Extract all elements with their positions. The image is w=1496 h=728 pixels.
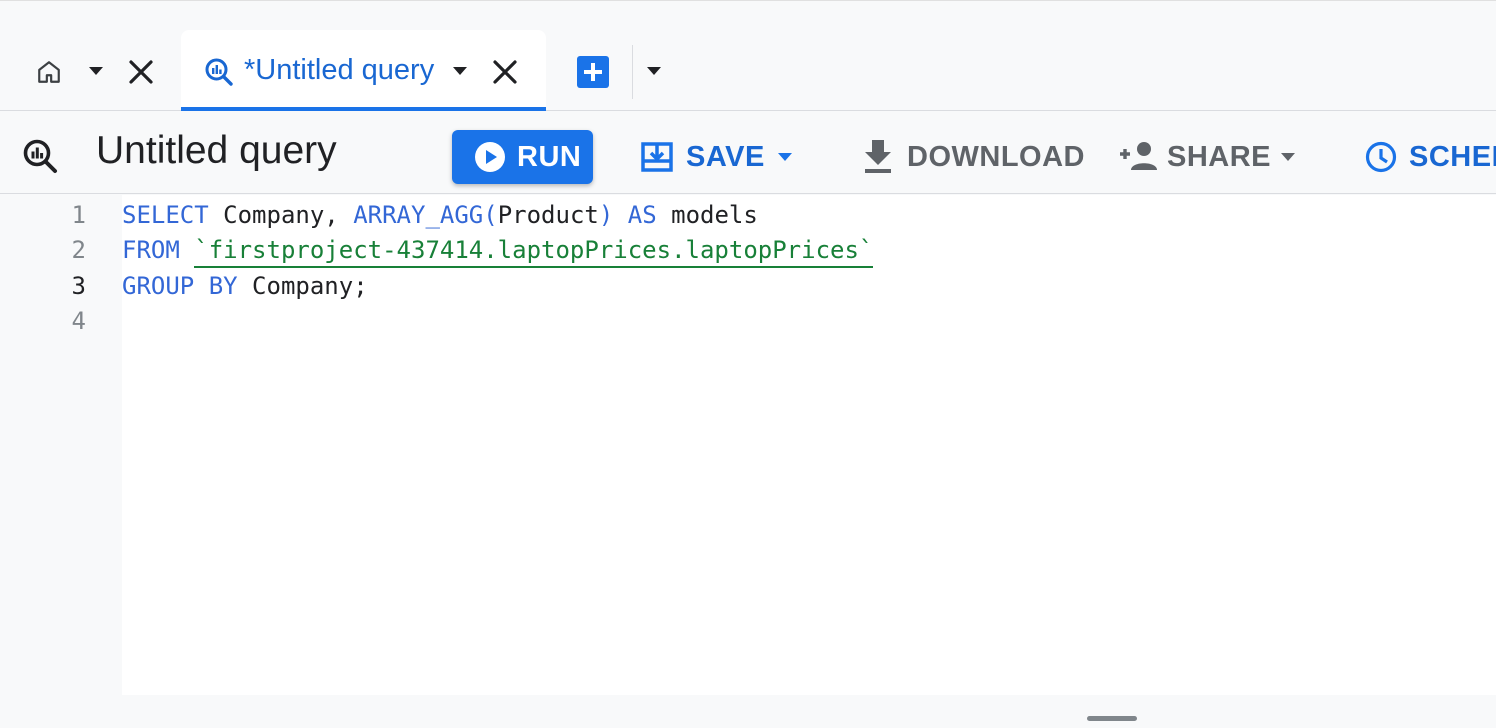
download-label: DOWNLOAD [907,141,1085,173]
home-icon[interactable] [36,59,62,85]
line-number: 4 [71,307,86,335]
tab-bar: *Untitled query [0,0,1496,111]
share-button[interactable]: SHARE [1118,130,1303,184]
table-reference: `firstproject-437414.laptopPrices.laptop… [194,236,874,268]
home-tab-dropdown-icon[interactable] [87,65,105,77]
share-label: SHARE [1167,141,1272,173]
line-number-gutter: 1 2 3 4 [0,195,122,695]
code-text: models [656,201,758,229]
tab-untitled-query[interactable]: *Untitled query [181,30,546,111]
save-button[interactable]: SAVE [640,130,800,184]
save-label: SAVE [686,141,765,173]
download-button[interactable]: DOWNLOAD [860,130,1084,184]
share-dropdown-icon[interactable] [1279,151,1297,163]
query-icon [23,139,57,173]
clock-icon [1365,141,1397,173]
code-text: Company; [237,272,368,300]
add-box-icon[interactable] [576,55,610,89]
keyword: AS [627,201,657,229]
tab-title: *Untitled query [244,54,435,86]
code-text: Product [497,201,599,229]
tab-divider [632,45,633,99]
line-number: 1 [71,201,86,229]
download-icon [865,140,891,173]
query-icon [205,58,233,86]
query-tab-close-icon[interactable] [492,59,518,85]
keyword: ) [598,201,614,229]
code-line: SELECT Company, ARRAY_AGG(Product) AS mo… [122,201,758,229]
run-button[interactable]: RUN [452,130,593,184]
keyword: FROM [122,236,180,264]
active-tab-indicator [181,107,546,111]
keyword: GROUP [122,272,195,300]
query-tab-dropdown-icon[interactable] [451,65,469,77]
code-line: GROUP BY Company; [122,272,368,300]
keyword: ARRAY_AGG( [353,201,498,229]
keyword: SELECT [122,201,209,229]
code-text: Company, [208,201,354,229]
save-icon [641,142,673,172]
query-toolbar: Untitled query RUN SAVE DOWNLOAD SHARE S… [0,112,1496,194]
schedule-button[interactable]: SCHED [1364,130,1496,184]
line-number-current: 3 [71,272,86,300]
play-circle-icon [475,142,505,172]
sql-editor[interactable]: 1 2 3 4 SELECT Company, ARRAY_AGG(Produc… [0,195,1496,695]
line-number: 2 [71,236,86,264]
code-area[interactable]: SELECT Company, ARRAY_AGG(Product) AS mo… [122,195,1496,695]
keyword: BY [208,272,238,300]
home-tab-close-icon[interactable] [128,59,154,85]
run-label: RUN [517,141,582,173]
new-tab-dropdown-icon[interactable] [645,65,663,77]
schedule-label: SCHED [1409,141,1496,173]
page-title: Untitled query [96,129,337,172]
code-line: FROM `firstproject-437414.laptopPrices.l… [122,236,874,268]
save-dropdown-icon[interactable] [776,151,794,163]
panel-resize-handle[interactable] [1087,716,1137,721]
person-add-icon [1120,142,1157,170]
